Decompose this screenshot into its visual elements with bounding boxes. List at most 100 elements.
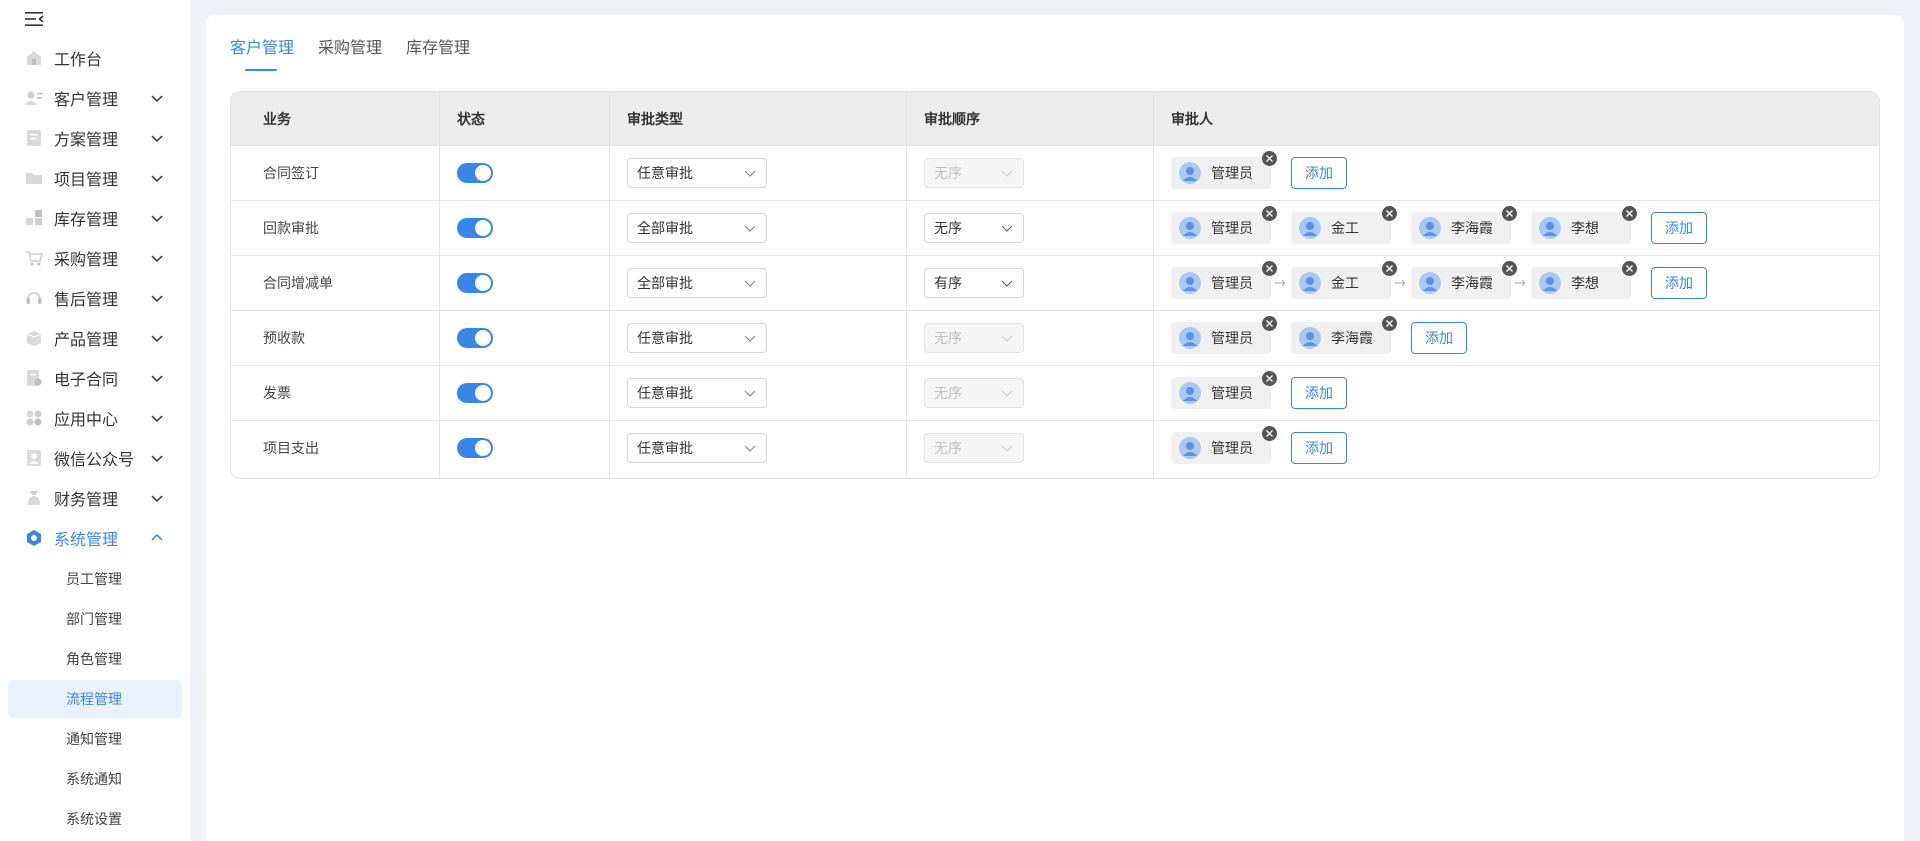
approver-chip: 管理员 — [1171, 370, 1277, 409]
approval-type-value: 任意审批 — [637, 330, 693, 347]
sidebar-subitem-0[interactable]: 员工管理 — [8, 560, 182, 598]
sidebar-subitem-4[interactable]: 通知管理 — [8, 720, 182, 758]
remove-approver-icon[interactable] — [1262, 205, 1277, 221]
remove-approver-icon[interactable] — [1622, 205, 1637, 221]
sidebar-item-label: 项目管理 — [54, 170, 119, 189]
remove-approver-icon[interactable] — [1382, 205, 1397, 221]
status-toggle[interactable] — [457, 437, 493, 458]
approver-name: 管理员 — [1211, 440, 1253, 457]
sidebar-item-2[interactable]: 方案管理 — [8, 120, 182, 156]
sidebar-item-6[interactable]: 售后管理 — [8, 280, 182, 316]
add-approver-button[interactable]: 添加 — [1291, 431, 1347, 464]
sidebar-item-label: 产品管理 — [54, 330, 119, 349]
sidebar-subitem-3[interactable]: 流程管理 — [8, 680, 182, 718]
customer-icon — [24, 88, 44, 108]
sidebar-subitem-5[interactable]: 系统通知 — [8, 760, 182, 798]
status-toggle[interactable] — [457, 382, 493, 403]
sidebar-item-label: 工作台 — [54, 50, 103, 69]
avatar — [1299, 326, 1321, 349]
approval-type-select[interactable]: 任意审批 — [627, 157, 767, 188]
sidebar-item-label: 售后管理 — [54, 290, 119, 309]
remove-approver-icon[interactable] — [1622, 260, 1637, 276]
approval-order-cell: 有序 — [924, 255, 1024, 310]
sidebar-item-12[interactable]: 系统管理 — [8, 520, 182, 556]
contract-icon — [24, 368, 44, 388]
sidebar-item-8[interactable]: 电子合同 — [8, 360, 182, 396]
approval-order-select[interactable]: 有序 — [924, 267, 1024, 298]
approval-type-select[interactable]: 任意审批 — [627, 322, 767, 353]
table-row: 发票 任意审批 无序 管理员 添加 — [231, 365, 1879, 421]
sidebar-item-label: 财务管理 — [54, 490, 119, 509]
remove-approver-icon[interactable] — [1262, 150, 1277, 166]
tab-customer[interactable]: 客户管理 — [230, 37, 294, 71]
sidebar-item-5[interactable]: 采购管理 — [8, 240, 182, 276]
status-toggle[interactable] — [457, 217, 493, 238]
tab-purchase[interactable]: 采购管理 — [318, 37, 382, 71]
avatar — [1539, 216, 1561, 239]
sidebar-item-4[interactable]: 库存管理 — [8, 200, 182, 236]
remove-approver-icon[interactable] — [1262, 370, 1277, 386]
approvers-cell: 管理员 金工 李海霞 李想 添加 — [1171, 200, 1707, 255]
tab-inventory[interactable]: 库存管理 — [406, 37, 470, 71]
sidebar-subitem-6[interactable]: 系统设置 — [8, 800, 182, 838]
sidebar-item-1[interactable]: 客户管理 — [8, 80, 182, 116]
approval-order-select: 无序 — [924, 377, 1024, 408]
avatar — [1299, 271, 1321, 294]
avatar — [1179, 161, 1201, 184]
chevron-up-icon — [150, 531, 164, 545]
sidebar-item-label: 系统管理 — [54, 530, 119, 549]
remove-approver-icon[interactable] — [1502, 205, 1517, 221]
add-approver-button[interactable]: 添加 — [1651, 211, 1707, 244]
sidebar-item-7[interactable]: 产品管理 — [8, 320, 182, 356]
avatar — [1179, 381, 1201, 404]
approval-order-value: 无序 — [934, 220, 962, 237]
wechat-icon — [24, 448, 44, 468]
sidebar-item-9[interactable]: 应用中心 — [8, 400, 182, 436]
add-approver-button[interactable]: 添加 — [1651, 266, 1707, 299]
sidebar-item-label: 电子合同 — [54, 370, 119, 389]
sidebar-subitem-2[interactable]: 角色管理 — [8, 640, 182, 678]
chevron-down-icon — [1001, 387, 1013, 399]
add-approver-button[interactable]: 添加 — [1291, 376, 1347, 409]
approval-order-select: 无序 — [924, 432, 1024, 463]
add-approver-button[interactable]: 添加 — [1291, 156, 1347, 189]
settings-hex-icon — [24, 528, 44, 548]
approval-type-select[interactable]: 全部审批 — [627, 212, 767, 243]
remove-approver-icon[interactable] — [1262, 425, 1277, 441]
sidebar-item-0[interactable]: 工作台 — [8, 40, 182, 76]
sidebar: 工作台客户管理方案管理项目管理库存管理采购管理售后管理产品管理电子合同应用中心微… — [0, 0, 190, 841]
approval-type-select[interactable]: 任意审批 — [627, 432, 767, 463]
approval-type-select[interactable]: 全部审批 — [627, 267, 767, 298]
approval-order-cell: 无序 — [924, 145, 1024, 200]
approval-type-select[interactable]: 任意审批 — [627, 377, 767, 408]
header-status: 状态 — [457, 111, 485, 128]
approver-chip: 管理员 — [1171, 150, 1277, 189]
sidebar-item-10[interactable]: 微信公众号 — [8, 440, 182, 476]
status-toggle[interactable] — [457, 272, 493, 293]
sidebar-item-label: 应用中心 — [54, 410, 119, 429]
sidebar-subitem-1[interactable]: 部门管理 — [8, 600, 182, 638]
business-name: 合同签订 — [263, 165, 319, 182]
business-name: 发票 — [263, 385, 291, 402]
approval-order-select[interactable]: 无序 — [924, 212, 1024, 243]
approval-order-cell: 无序 — [924, 420, 1024, 475]
sidebar-item-11[interactable]: 财务管理 — [8, 480, 182, 516]
chevron-down-icon — [744, 387, 756, 399]
approver-chip: 管理员 — [1171, 315, 1277, 354]
status-cell — [457, 365, 493, 420]
chevron-down-icon — [150, 451, 164, 465]
status-toggle[interactable] — [457, 162, 493, 183]
status-toggle[interactable] — [457, 327, 493, 348]
sidebar-item-3[interactable]: 项目管理 — [8, 160, 182, 196]
business-name: 预收款 — [263, 330, 305, 347]
approval-order-value: 无序 — [934, 330, 962, 347]
status-cell — [457, 310, 493, 365]
chevron-down-icon — [1001, 442, 1013, 454]
remove-approver-icon[interactable] — [1262, 315, 1277, 331]
approval-type-value: 任意审批 — [637, 385, 693, 402]
sidebar-item-label: 方案管理 — [54, 130, 119, 149]
add-approver-button[interactable]: 添加 — [1411, 321, 1467, 354]
approver-chip: 管理员 — [1171, 260, 1277, 299]
menu-collapse-icon[interactable] — [24, 10, 46, 28]
remove-approver-icon[interactable] — [1382, 315, 1397, 331]
